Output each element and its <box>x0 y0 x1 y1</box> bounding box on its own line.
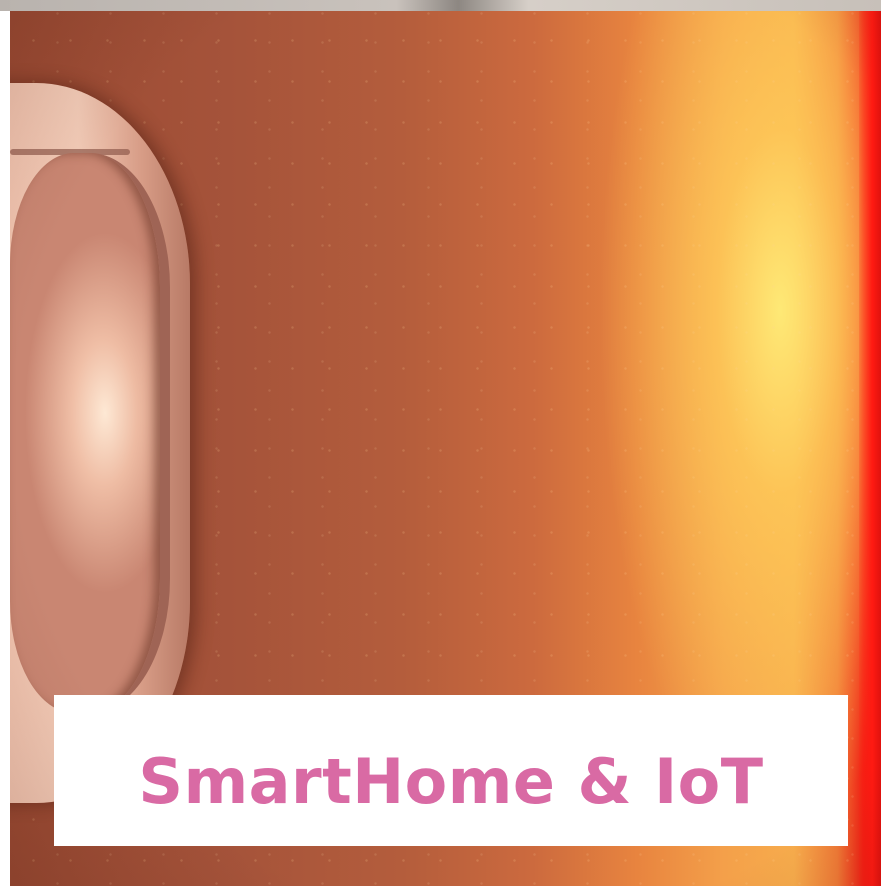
category-tile[interactable]: SmartHome & IoT <box>0 0 881 886</box>
category-label-box[interactable]: SmartHome & IoT <box>54 695 848 846</box>
category-title[interactable]: SmartHome & IoT <box>138 723 763 818</box>
top-image-strip <box>0 0 881 11</box>
left-gutter <box>0 11 10 886</box>
